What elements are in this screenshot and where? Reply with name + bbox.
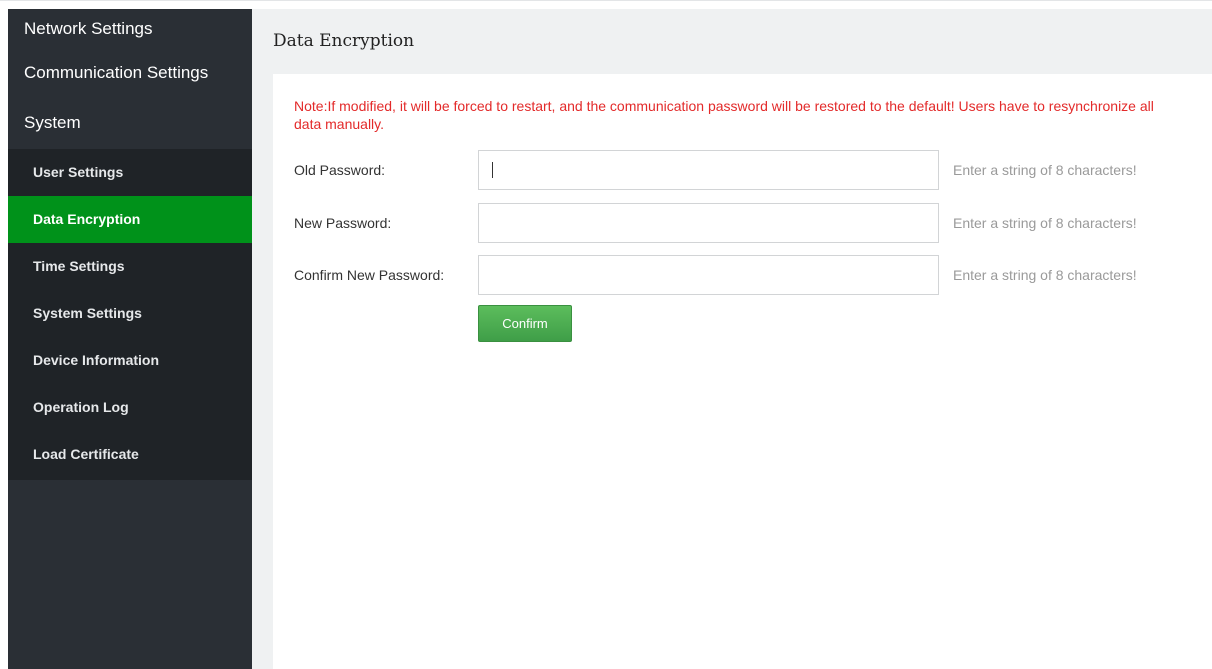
sidebar-group-communication-settings[interactable]: Communication Settings <box>8 49 252 96</box>
sidebar-item-data-encryption[interactable]: Data Encryption <box>8 196 252 243</box>
old-password-row: Old Password: Enter a string of 8 charac… <box>294 150 1194 190</box>
sidebar-item-device-information[interactable]: Device Information <box>8 337 252 384</box>
warning-note: Note:If modified, it will be forced to r… <box>294 98 1154 132</box>
sidebar: Network Settings Communication Settings … <box>8 9 252 669</box>
sidebar-item-operation-log[interactable]: Operation Log <box>8 384 252 431</box>
sidebar-item-load-certificate[interactable]: Load Certificate <box>8 431 252 478</box>
sidebar-item-system-settings[interactable]: System Settings <box>8 290 252 337</box>
main-content: Data Encryption Note:If modified, it wil… <box>252 9 1212 669</box>
app-frame: Network Settings Communication Settings … <box>0 0 1212 669</box>
form-card: Note:If modified, it will be forced to r… <box>273 74 1212 669</box>
system-submenu: User Settings Data Encryption Time Setti… <box>8 149 252 480</box>
confirm-password-hint: Enter a string of 8 characters! <box>953 267 1137 283</box>
confirm-password-label: Confirm New Password: <box>294 267 445 283</box>
sidebar-group-system[interactable]: System <box>8 96 252 149</box>
confirm-button[interactable]: Confirm <box>478 305 572 342</box>
confirm-password-input[interactable] <box>478 255 939 295</box>
old-password-hint: Enter a string of 8 characters! <box>953 162 1137 178</box>
page-title: Data Encryption <box>273 31 415 51</box>
new-password-row: New Password: Enter a string of 8 charac… <box>294 203 1194 243</box>
new-password-hint: Enter a string of 8 characters! <box>953 215 1137 231</box>
text-caret <box>492 162 493 178</box>
sidebar-group-network-settings[interactable]: Network Settings <box>8 9 252 49</box>
sidebar-item-user-settings[interactable]: User Settings <box>8 149 252 196</box>
old-password-label: Old Password: <box>294 162 386 178</box>
sidebar-item-time-settings[interactable]: Time Settings <box>8 243 252 290</box>
old-password-input[interactable] <box>478 150 939 190</box>
new-password-label: New Password: <box>294 215 392 231</box>
confirm-password-row: Confirm New Password: Enter a string of … <box>294 255 1194 295</box>
new-password-input[interactable] <box>478 203 939 243</box>
